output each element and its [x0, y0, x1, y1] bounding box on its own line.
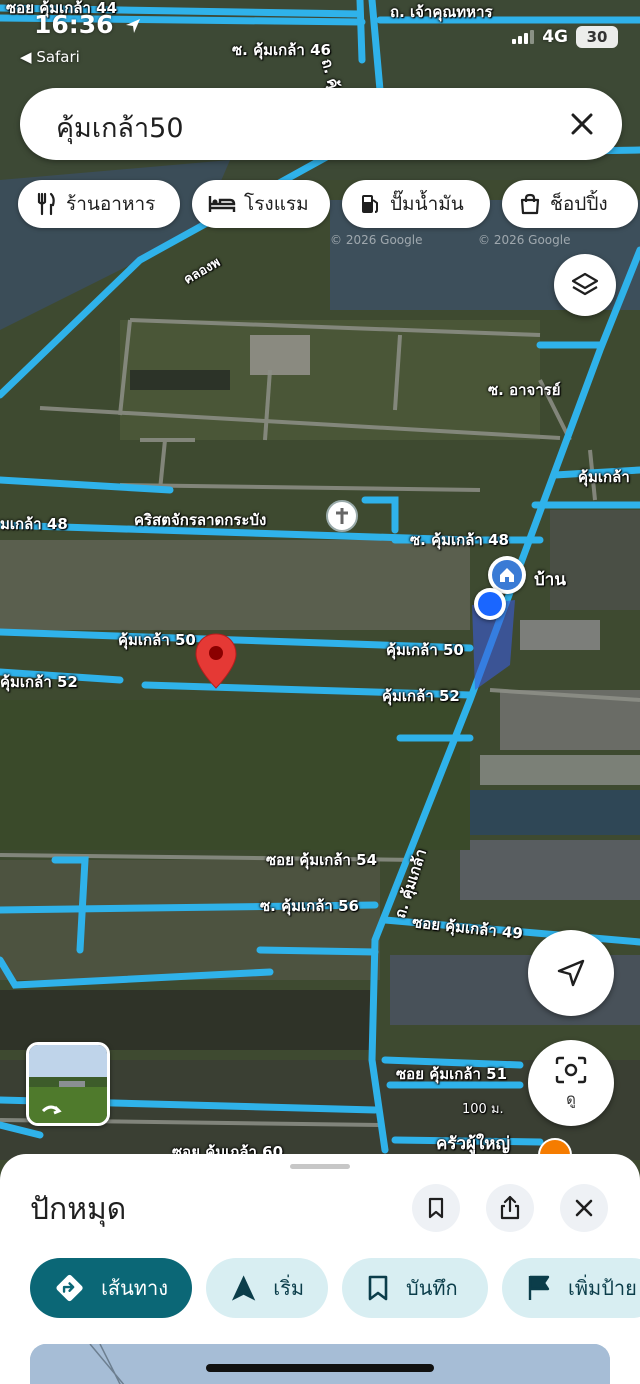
signal-bars-icon — [512, 30, 535, 44]
back-label: Safari — [36, 48, 80, 66]
close-icon — [575, 1199, 593, 1217]
lens-label: ดู — [566, 1090, 576, 1108]
clock-text: 16:36 — [34, 10, 114, 39]
my-location-button[interactable] — [528, 930, 614, 1016]
save-place-button[interactable] — [412, 1184, 460, 1232]
street-label: คุ้มเกล้า 50 — [386, 641, 464, 659]
chip-label: ช็อปปิ้ง — [550, 193, 608, 215]
street-view-image — [29, 1045, 107, 1123]
save-button[interactable]: บันทึก — [342, 1258, 488, 1318]
home-label: บ้าน — [534, 570, 566, 590]
action-label: เพิ่มป้าย — [568, 1276, 637, 1300]
action-label: บันทึก — [406, 1276, 458, 1300]
chip-hotels[interactable]: โรงแรม — [192, 180, 330, 228]
street-label: มเกล้า 48 — [0, 515, 68, 533]
navigation-arrow-icon — [231, 1275, 256, 1301]
chip-gas-stations[interactable]: ปั๊มน้ำมัน — [342, 180, 490, 228]
street-view-thumbnail[interactable] — [26, 1042, 110, 1126]
chip-label: ปั๊มน้ำมัน — [390, 193, 464, 215]
location-arrow-icon — [126, 19, 141, 33]
gas-station-icon — [362, 195, 378, 213]
clear-search-button[interactable] — [560, 102, 604, 146]
network-type: 4G — [542, 27, 568, 47]
street-label: ซอย คุ้มเกล้า 54 — [266, 851, 378, 869]
lens-button[interactable]: ดู — [528, 1040, 614, 1126]
watermark-label: © 2026 Google — [478, 233, 571, 247]
directions-button[interactable]: เส้นทาง — [30, 1258, 192, 1318]
street-label: คุ้มเกล้า — [578, 468, 630, 486]
action-label: เส้นทาง — [101, 1276, 168, 1300]
current-location-dot-icon — [474, 588, 506, 620]
status-bar: 16:36 ◀ Safari 4G 30 — [0, 0, 640, 72]
status-time: 16:36 — [34, 10, 142, 39]
share-button[interactable] — [486, 1184, 534, 1232]
navigation-arrow-icon — [557, 959, 585, 987]
chip-restaurants[interactable]: ร้านอาหาร — [18, 180, 180, 228]
street-label: คุ้มเกล้า 50 — [118, 631, 196, 649]
street-label: ซ. คุ้มเกล้า 48 — [410, 531, 509, 549]
shopping-bag-icon — [520, 193, 540, 215]
street-label: ซ. คุ้มเกล้า 56 — [260, 897, 359, 915]
back-to-safari-button[interactable]: ◀ Safari — [20, 48, 80, 66]
action-label: เริ่ม — [273, 1276, 304, 1300]
close-icon — [571, 113, 593, 135]
close-sheet-button[interactable] — [560, 1184, 608, 1232]
place-label: คริสตจักรลาดกระบัง — [134, 511, 267, 529]
street-label: ซอย คุ้มเกล้า 51 — [396, 1065, 508, 1083]
street-label: คุ้มเกล้า 52 — [382, 687, 460, 705]
layers-icon — [571, 272, 599, 296]
start-navigation-button[interactable]: เริ่ม — [206, 1258, 328, 1318]
dropped-pin-icon[interactable] — [194, 632, 238, 690]
restaurant-icon — [37, 192, 55, 216]
street-label: ซ. อาจารย์ — [488, 381, 561, 399]
map-layers-button[interactable] — [554, 254, 616, 316]
bookmark-icon — [368, 1275, 388, 1301]
directions-icon — [56, 1274, 83, 1302]
flag-icon — [528, 1275, 550, 1300]
home-indicator[interactable] — [206, 1364, 434, 1372]
bookmark-icon — [428, 1197, 444, 1219]
add-label-button[interactable]: เพิ่มป้าย — [502, 1258, 640, 1318]
hotel-icon — [208, 196, 236, 212]
place-label: ครัวผู้ใหญ่ — [436, 1134, 511, 1154]
camera-lens-icon — [555, 1056, 587, 1084]
place-title: ปักหมุด — [30, 1192, 127, 1227]
battery-level: 30 — [586, 28, 608, 46]
street-label: คุ้มเกล้า 52 — [0, 673, 78, 691]
church-marker-icon[interactable] — [326, 500, 358, 532]
chip-label: โรงแรม — [244, 193, 309, 215]
status-indicators: 4G 30 — [512, 26, 618, 48]
chip-label: ร้านอาหาร — [66, 193, 156, 215]
scale-label: 100 ม. — [462, 1102, 504, 1117]
search-bar[interactable]: คุ้มเกล้า50 — [20, 88, 622, 160]
battery-icon: 30 — [576, 26, 618, 48]
chip-shopping[interactable]: ช็อปปิ้ง — [502, 180, 638, 228]
search-query[interactable]: คุ้มเกล้า50 — [56, 106, 184, 149]
share-icon — [500, 1195, 520, 1220]
watermark-label: © 2026 Google — [330, 233, 423, 247]
sheet-grabber[interactable] — [290, 1164, 350, 1169]
place-bottom-sheet[interactable]: ปักหมุด เส้นทาง เริ่ม บันทึก เพิ่มป้าย — [0, 1154, 640, 1384]
